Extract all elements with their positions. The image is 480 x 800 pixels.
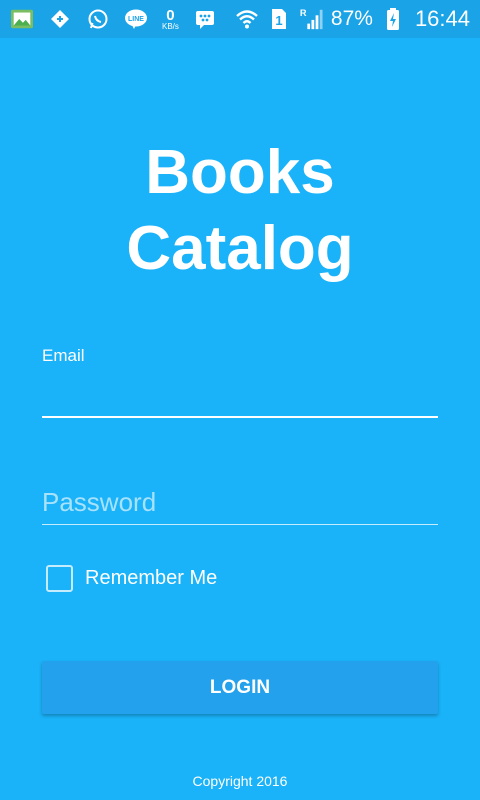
svg-text:LINE: LINE [128, 16, 144, 23]
app-title-line-2: Catalog [126, 214, 354, 283]
clock: 16:44 [414, 6, 470, 31]
copyright-text: Copyright 2016 [192, 773, 288, 789]
data-rate-value: 0 [166, 6, 175, 24]
data-rate-unit: KB/s [162, 21, 179, 31]
remember-me-label[interactable]: Remember Me [85, 567, 217, 590]
system-icons: 1 R 87% 16:44 [235, 6, 470, 32]
roaming-indicator: R [300, 8, 307, 18]
email-field[interactable] [42, 372, 438, 418]
login-button[interactable]: LOGIN [42, 661, 438, 714]
email-label: Email [42, 346, 85, 365]
app-notification-icon [48, 7, 72, 31]
bbm-icon [193, 7, 217, 31]
remember-me-checkbox[interactable] [46, 565, 73, 592]
whatsapp-icon [86, 7, 110, 31]
wifi-icon [235, 7, 259, 31]
status-bar: LINE 0 KB/s 1 R 87% 16:44 [0, 0, 480, 38]
signal-icon: R [299, 7, 323, 31]
app-title-line-1: Books [145, 138, 335, 207]
password-field[interactable] [42, 480, 438, 525]
sim-number: 1 [275, 13, 282, 28]
notification-icons: LINE 0 KB/s [10, 7, 217, 31]
battery-charging-icon [381, 7, 405, 31]
line-icon: LINE [124, 7, 148, 31]
app-title: Books Catalog [0, 135, 480, 287]
battery-percent: 87% [330, 7, 373, 30]
gallery-icon [10, 7, 34, 31]
sim-icon: 1 [267, 7, 291, 31]
data-rate-indicator: 0 KB/s [162, 8, 179, 31]
remember-me-row[interactable]: Remember Me [46, 565, 217, 592]
